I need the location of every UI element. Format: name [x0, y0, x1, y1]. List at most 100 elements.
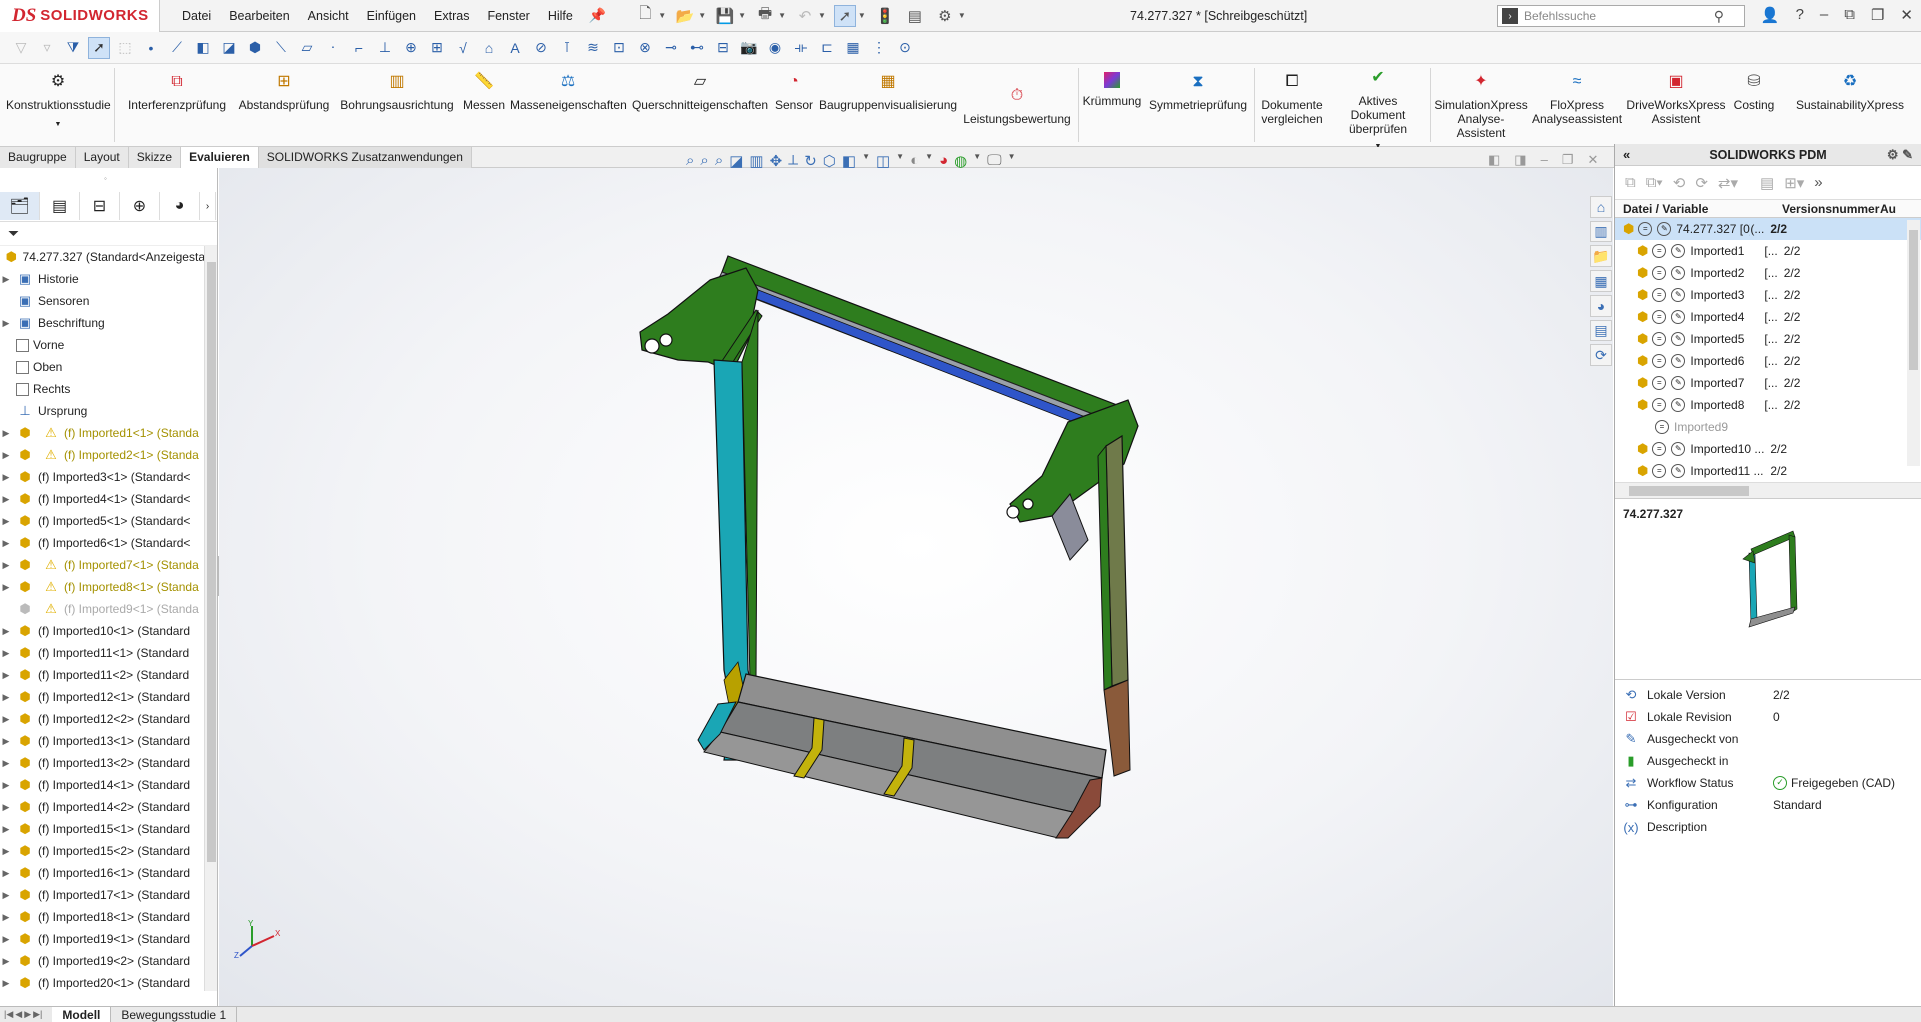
- pdm-row[interactable]: ⬢ = ✎ Imported5 [... 2/2: [1615, 328, 1921, 350]
- section-properties-button[interactable]: ▱ Querschnitteigenschaften: [630, 72, 770, 112]
- pdm-list-scrollbar[interactable]: [1907, 220, 1920, 466]
- filter-camera-icon[interactable]: 📷: [738, 37, 760, 59]
- open-icon[interactable]: 📂: [674, 5, 696, 27]
- tree-item[interactable]: ▶ ⬢ (f) Imported6<1> (Standard<: [0, 532, 205, 554]
- tree-item[interactable]: Rechts: [0, 378, 205, 400]
- tab-skizze[interactable]: Skizze: [128, 146, 182, 168]
- filter-mid-surfaces-icon[interactable]: ⊟: [712, 37, 734, 59]
- tree-item[interactable]: ▶ ⬢ (f) Imported4<1> (Standard<: [0, 488, 205, 510]
- filter-weld-bead-icon[interactable]: ⊏: [816, 37, 838, 59]
- tree-item[interactable]: ▶ ⬢ (f) Imported14<2> (Standard: [0, 796, 205, 818]
- user-account-icon[interactable]: 👤: [1761, 6, 1780, 24]
- tree-item[interactable]: ⊥ Ursprung: [0, 400, 205, 422]
- pdm-undo-checkout-icon[interactable]: ⟳: [1695, 174, 1708, 192]
- appearance-dropdown-icon[interactable]: ▼: [925, 152, 933, 170]
- filter-datum-icon[interactable]: ⊺: [556, 37, 578, 59]
- tile-windows-icon[interactable]: ⧉: [1844, 6, 1855, 24]
- pdm-tree-view-icon[interactable]: ⊞▾: [1784, 174, 1804, 192]
- expand-arrow-icon[interactable]: ▶: [0, 648, 12, 659]
- tree-item[interactable]: ▶ ⬢ (f) Imported18<1> (Standard: [0, 906, 205, 928]
- zoom-to-fit-icon[interactable]: ⌕: [686, 152, 694, 170]
- tree-item[interactable]: ▶ ⬢ ⚠ (f) Imported2<1> (Standa: [0, 444, 205, 466]
- solidworks-logo[interactable]: DS SOLIDWORKS: [0, 0, 160, 32]
- design-study-dropdown-icon[interactable]: ▼: [6, 118, 110, 132]
- filter-dimensions-icon[interactable]: ⊞: [426, 37, 448, 59]
- tree-item[interactable]: Vorne: [0, 334, 205, 356]
- tree-item[interactable]: ▶ ⬢ (f) Imported13<2> (Standard: [0, 752, 205, 774]
- pan-icon[interactable]: ✥: [770, 152, 783, 170]
- filter-ref-dim-icon[interactable]: ⟛: [790, 37, 812, 59]
- tab-next-icon[interactable]: ▶: [24, 1009, 31, 1020]
- pdm-settings-icon[interactable]: ⚙ ✎: [1887, 147, 1913, 163]
- menu-einfuegen[interactable]: Einfügen: [367, 9, 416, 23]
- tree-root[interactable]: ⬢ 74.277.327 (Standard<Anzeigesta: [0, 246, 205, 268]
- rotate-icon[interactable]: ↻: [804, 152, 817, 170]
- select-arrow-icon[interactable]: ➚: [88, 36, 110, 59]
- pdm-tab-icon[interactable]: ⟳: [1590, 344, 1612, 367]
- pdm-row[interactable]: ⬢ = ✎ Imported3 [... 2/2: [1615, 284, 1921, 306]
- filter-table-icon[interactable]: ▦: [842, 37, 864, 59]
- custom-properties-icon[interactable]: ▤: [1590, 319, 1612, 342]
- search-icon[interactable]: ⚲: [1714, 8, 1724, 25]
- tree-item[interactable]: ▶ ⬢ (f) Imported12<2> (Standard: [0, 708, 205, 730]
- expand-arrow-icon[interactable]: ▶: [0, 472, 12, 483]
- filter-dowel-pin-icon[interactable]: ⊗: [634, 37, 656, 59]
- menu-extras[interactable]: Extras: [434, 9, 469, 23]
- dimxpert-tab-icon[interactable]: ⊕: [120, 192, 160, 220]
- configuration-manager-tab-icon[interactable]: ⊟: [80, 192, 120, 220]
- save-dropdown-icon[interactable]: ▼: [738, 11, 746, 20]
- expand-arrow-icon[interactable]: ▶: [0, 890, 12, 901]
- print-dropdown-icon[interactable]: ▼: [778, 11, 786, 20]
- new-document-icon[interactable]: 🗋: [634, 5, 656, 27]
- monitor-icon[interactable]: 🖵: [987, 152, 1001, 170]
- zoom-to-area-icon[interactable]: ⌕: [700, 152, 708, 170]
- tree-item[interactable]: ▣ Sensoren: [0, 290, 205, 312]
- box-select-icon[interactable]: ⬚: [114, 37, 136, 59]
- expand-arrow-icon[interactable]: ▶: [0, 670, 12, 681]
- filter-edges-icon[interactable]: ⟋: [166, 37, 188, 59]
- display-style-dropdown-icon[interactable]: ▼: [862, 152, 870, 170]
- interference-detection-button[interactable]: ⧉ Interferenzprüfung: [122, 72, 232, 112]
- tree-item[interactable]: ▶ ⬢ ⚠ (f) Imported8<1> (Standa: [0, 576, 205, 598]
- tree-item[interactable]: ▶ ⬢ ⚠ (f) Imported1<1> (Standa: [0, 422, 205, 444]
- command-search[interactable]: › Befehlssuche ⚲: [1497, 5, 1745, 27]
- appearances-icon[interactable]: ◕: [1590, 294, 1612, 317]
- col-version[interactable]: Versionsnummer: [1782, 202, 1880, 216]
- doc-minimize-icon[interactable]: –: [1541, 152, 1548, 168]
- filter-all-icon[interactable]: ▿: [36, 37, 58, 59]
- tree-item[interactable]: ▶ ⬢ (f) Imported11<2> (Standard: [0, 664, 205, 686]
- check-active-document-button[interactable]: ✔ Aktives Dokument überprüfen ▼: [1330, 68, 1426, 154]
- display-manager-tab-icon[interactable]: ◕: [160, 192, 200, 220]
- expand-arrow-icon[interactable]: ▶: [0, 780, 12, 791]
- symmetry-check-button[interactable]: ⧗ Symmetrieprüfung: [1146, 72, 1250, 112]
- section-view-icon[interactable]: ◪: [729, 152, 743, 170]
- tree-filter[interactable]: ⏷: [0, 222, 217, 246]
- tree-item[interactable]: ▶ ⬢ (f) Imported19<2> (Standard: [0, 950, 205, 972]
- tree-item[interactable]: ▶ ⬢ (f) Imported16<1> (Standard: [0, 862, 205, 884]
- tree-item[interactable]: Oben: [0, 356, 205, 378]
- pdm-row[interactable]: ⬢ = ✎ Imported10 ... 2/2: [1615, 438, 1921, 460]
- rebuild-traffic-light-icon[interactable]: 🚦: [874, 5, 896, 27]
- tree-item[interactable]: ▶ ⬢ (f) Imported12<1> (Standard: [0, 686, 205, 708]
- filter-blocks-icon[interactable]: ⊡: [608, 37, 630, 59]
- tree-item[interactable]: ▶ ⬢ (f) Imported15<2> (Standard: [0, 840, 205, 862]
- pdm-row[interactable]: ⬢ = ✎ Imported7 [... 2/2: [1615, 372, 1921, 394]
- menu-ansicht[interactable]: Ansicht: [308, 9, 349, 23]
- hide-show-items-icon[interactable]: ◫: [876, 152, 890, 170]
- costing-button[interactable]: ⛁ Costing: [1730, 72, 1778, 112]
- tree-item[interactable]: ▶ ⬢ (f) Imported19<1> (Standard: [0, 928, 205, 950]
- expand-arrow-icon[interactable]: ▶: [0, 450, 12, 461]
- tab-first-icon[interactable]: |◀: [4, 1009, 13, 1020]
- filter-sketch-segments-icon[interactable]: ⌐: [348, 37, 370, 59]
- expand-arrow-icon[interactable]: ▶: [0, 736, 12, 747]
- filter-faces-icon[interactable]: ◧: [192, 37, 214, 59]
- tree-item[interactable]: ⬢ ⚠ (f) Imported9<1> (Standa: [0, 598, 205, 620]
- tree-item[interactable]: ▶ ⬢ ⚠ (f) Imported7<1> (Standa: [0, 554, 205, 576]
- filter-routing-points-icon[interactable]: ⊷: [686, 37, 708, 59]
- filter-surface-bodies-icon[interactable]: ◪: [218, 37, 240, 59]
- select-dropdown-icon[interactable]: ▼: [858, 11, 866, 20]
- menu-datei[interactable]: Datei: [182, 9, 211, 23]
- doc-tile-left-icon[interactable]: ◧: [1488, 152, 1500, 168]
- filter-pierce-icon[interactable]: ◉: [764, 37, 786, 59]
- filter-axes-icon[interactable]: ⟍: [270, 37, 292, 59]
